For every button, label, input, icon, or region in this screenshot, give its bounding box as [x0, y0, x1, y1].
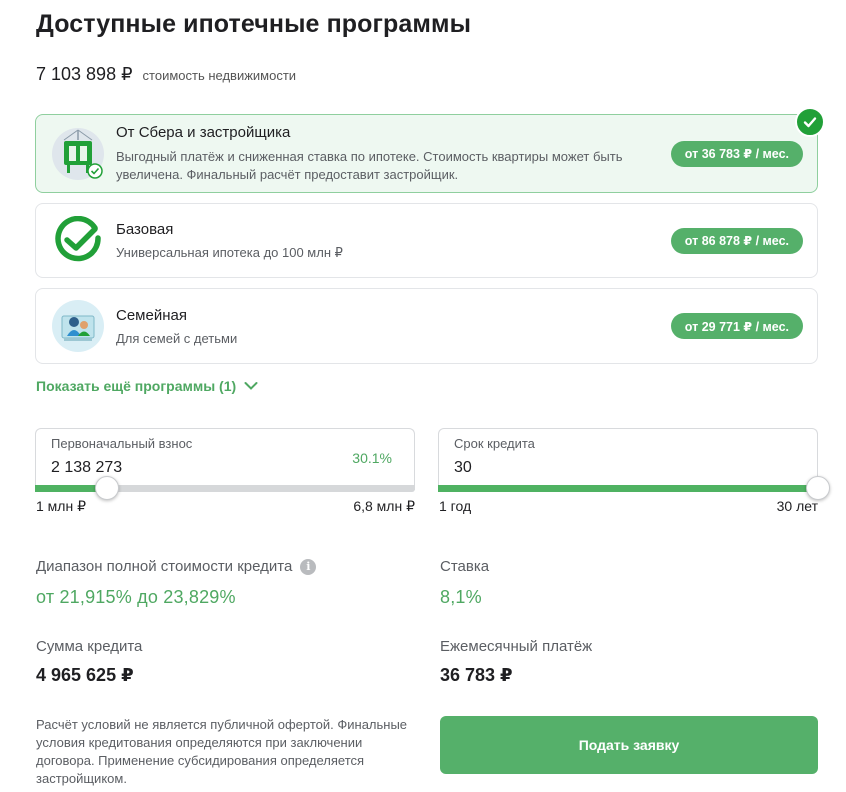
full-cost-label-row: Диапазон полной стоимости кредита i [36, 558, 317, 575]
program-title: Базовая [116, 221, 174, 238]
rate-value: 8,1% [440, 587, 482, 607]
down-payment-slider-handle[interactable] [95, 476, 120, 500]
loan-sum-value: 4 965 625 ₽ [36, 665, 134, 685]
submit-application-button[interactable]: Подать заявку [440, 716, 818, 774]
down-payment-label: Первоначальный взнос [51, 436, 193, 451]
loan-term-input[interactable]: 30 [454, 459, 472, 477]
monthly-payment-label: Ежемесячный платёж [440, 638, 593, 655]
page-title: Доступные ипотечные программы [36, 10, 472, 38]
full-cost-value: от 21,915% до 23,829% [36, 587, 236, 607]
full-cost-label: Диапазон полной стоимости кредита [36, 558, 293, 575]
program-title: От Сбера и застройщика [116, 124, 291, 141]
property-price: 7 103 898 ₽ [36, 64, 133, 84]
program-card-basic[interactable]: Базовая Универсальная ипотека до 100 млн… [35, 203, 818, 278]
loan-term-label: Срок кредита [454, 436, 535, 451]
check-circle-icon [50, 213, 106, 269]
program-description: Для семей с детьми [116, 331, 238, 346]
selected-check-icon [795, 107, 825, 137]
loan-term-field[interactable]: Срок кредита 30 [438, 428, 818, 490]
program-payment-badge: от 36 783 ₽ / мес. [670, 140, 803, 167]
program-card-family[interactable]: Семейная Для семей с детьми от 29 771 ₽ … [35, 288, 818, 364]
down-payment-slider-track[interactable] [35, 485, 415, 492]
program-payment-badge: от 29 771 ₽ / мес. [670, 313, 803, 339]
monthly-payment-value: 36 783 ₽ [440, 665, 513, 685]
show-more-programs-link[interactable]: Показать ещё программы (1) [36, 378, 258, 394]
program-card-sber-developer[interactable]: От Сбера и застройщика Выгодный платёж и… [35, 107, 825, 193]
chevron-down-icon [244, 378, 258, 394]
show-more-label: Показать ещё программы (1) [36, 378, 237, 394]
property-price-label: стоимость недвижимости [142, 68, 297, 83]
loan-term-slider-track[interactable] [438, 485, 818, 492]
down-payment-percent: 30.1% [352, 450, 392, 466]
program-title: Семейная [116, 307, 187, 324]
building-crane-icon [50, 126, 106, 182]
program-description: Универсальная ипотека до 100 млн ₽ [116, 245, 343, 260]
property-price-row: 7 103 898 ₽ стоимость недвижимости [36, 64, 296, 85]
loan-term-max: 30 лет [776, 498, 818, 514]
loan-sum-label: Сумма кредита [36, 638, 143, 655]
info-icon[interactable]: i [300, 558, 317, 575]
rate-label: Ставка [440, 558, 490, 575]
down-payment-input[interactable]: 2 138 273 [51, 459, 122, 477]
disclaimer-text: Расчёт условий не является публичной офе… [36, 717, 408, 786]
program-payment-badge: от 86 878 ₽ / мес. [670, 227, 803, 254]
loan-term-slider-handle[interactable] [806, 476, 830, 500]
loan-term-min: 1 год [439, 498, 472, 514]
program-description: Выгодный платёж и сниженная ставка по ип… [116, 149, 623, 182]
down-payment-min: 1 млн ₽ [36, 498, 86, 514]
down-payment-max: 6,8 млн ₽ [353, 498, 415, 514]
down-payment-field[interactable]: Первоначальный взнос 2 138 273 30.1% [35, 428, 415, 490]
loan-term-slider-fill [438, 485, 818, 492]
family-icon [50, 298, 106, 354]
